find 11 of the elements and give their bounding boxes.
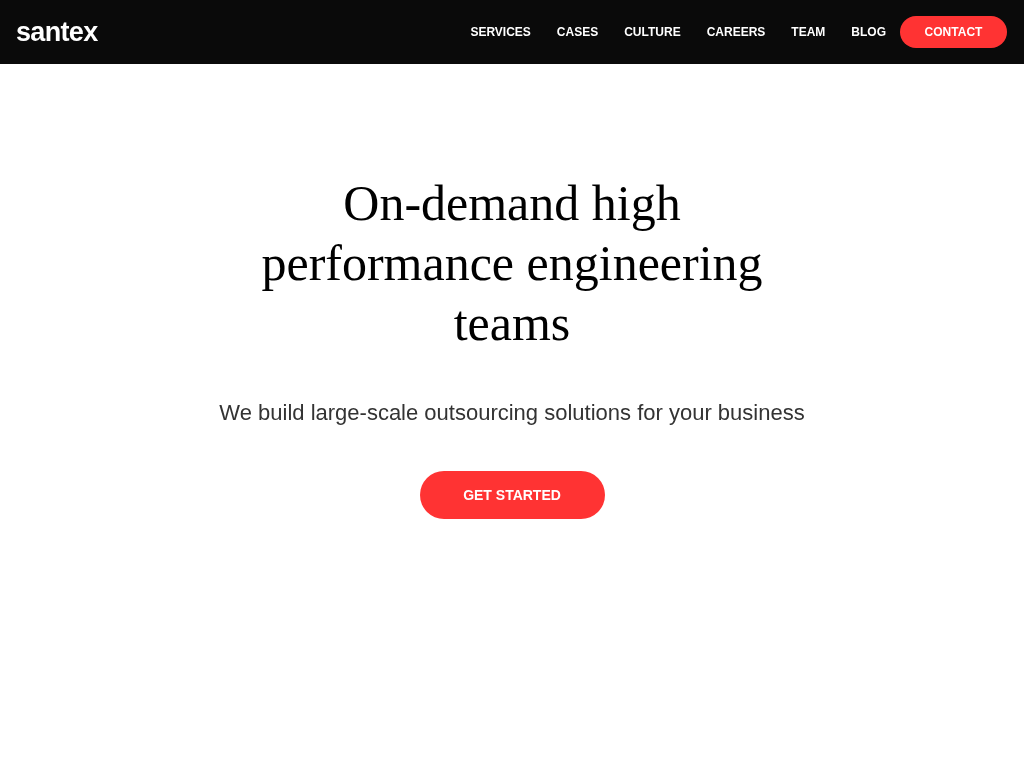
hero-heading: On-demand high performance engineering teams xyxy=(260,174,764,353)
nav-link[interactable]: CAREERS xyxy=(706,23,766,41)
contact-button[interactable]: CONTACT xyxy=(900,16,1007,48)
nav-link[interactable]: SERVICES xyxy=(470,23,531,41)
logo[interactable]: santex xyxy=(16,18,98,46)
nav-link[interactable]: BLOG xyxy=(851,23,886,41)
nav-link[interactable]: CULTURE xyxy=(624,23,681,41)
get-started-button[interactable]: GET STARTED xyxy=(419,471,605,519)
nav-link[interactable]: TEAM xyxy=(791,23,826,41)
nav-link[interactable]: CASES xyxy=(556,23,599,41)
hero-subheading: We build large-scale outsourcing solutions for your business xyxy=(219,399,805,427)
